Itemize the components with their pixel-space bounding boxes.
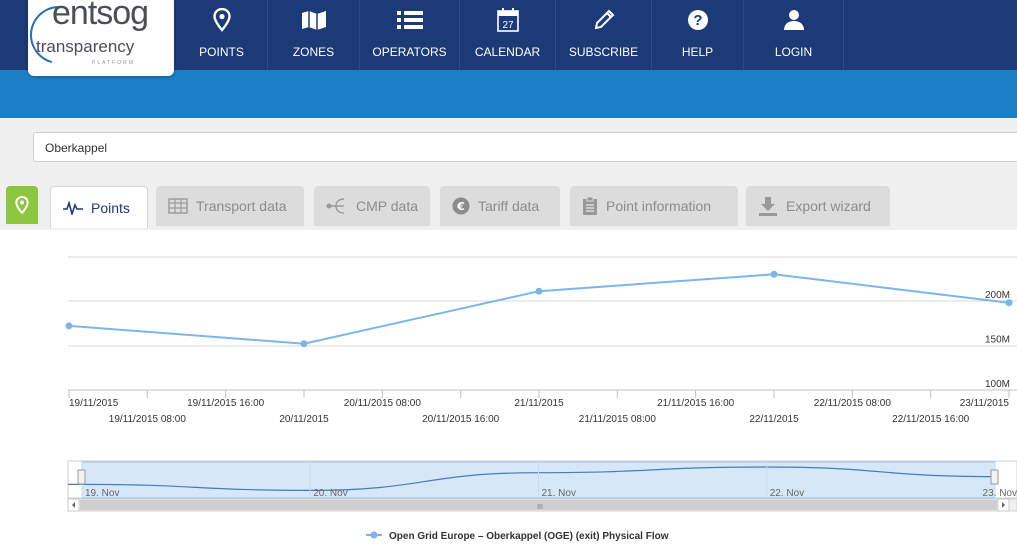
navigator-date-label: 22. Nov (770, 488, 804, 499)
svg-text:?: ? (693, 12, 702, 29)
y-axis-labels: 100M150M200M (985, 290, 1010, 390)
tab-point-information-label: Point information (606, 198, 712, 214)
table-icon (168, 198, 188, 214)
navigator-scrollbar-grip: III (537, 504, 543, 511)
nav-points-label: POINTS (199, 45, 244, 59)
legend-marker-icon (370, 531, 378, 539)
data-point[interactable] (300, 340, 308, 348)
calendar-icon: 27 (496, 7, 519, 33)
chart-legend[interactable]: Open Grid Europe – Oberkappel (OGE) (exi… (366, 531, 669, 542)
nav-operators[interactable]: OPERATORS (360, 0, 460, 70)
banner-bar (0, 70, 1017, 118)
nav-zones-label: ZONES (292, 45, 335, 59)
x-tick-label: 21/11/2015 16:00 (657, 398, 735, 409)
data-point[interactable] (1005, 299, 1013, 307)
tab-export-wizard-label: Export wizard (786, 198, 871, 214)
logo-text-transparency: transparency (36, 37, 135, 56)
data-point[interactable] (65, 322, 73, 330)
nav-help-label: HELP (681, 45, 714, 59)
x-tick-label: 21/11/2015 08:00 (579, 414, 657, 425)
entsog-logo[interactable]: entsog transparency PLATFORM (19, 0, 174, 76)
nav-operators-label: OPERATORS (372, 45, 447, 59)
series-line (68, 273, 1010, 345)
map-pin-icon (15, 196, 29, 214)
list-icon (396, 7, 423, 33)
clipboard-icon (582, 196, 598, 216)
navigator-date-label: 20. Nov (313, 488, 347, 499)
point-search-input[interactable]: Oberkappel (33, 132, 1017, 162)
y-tick-label: 100M (985, 379, 1010, 390)
tab-tariff-data-label: Tariff data (478, 198, 540, 214)
navigator-left-handle[interactable] (77, 469, 86, 485)
x-tick-label: 20/11/2015 16:00 (422, 414, 500, 425)
x-tick-label: 21/11/2015 (514, 398, 564, 409)
x-tick-label: 22/11/2015 16:00 (892, 414, 970, 425)
x-tick-label: 22/11/2015 (749, 414, 799, 425)
x-tick-label: 19/11/2015 (69, 398, 119, 409)
tab-tariff-data[interactable]: € Tariff data (440, 186, 560, 226)
data-point[interactable] (770, 270, 778, 278)
nav-subscribe-label: SUBSCRIBE (568, 45, 639, 59)
pulse-icon (63, 200, 83, 215)
download-icon (758, 196, 778, 216)
legend-label: Open Grid Europe – Oberkappel (OGE) (exi… (389, 531, 669, 542)
range-navigator[interactable]: 19. Nov 20. Nov 21. Nov 22. Nov 23. Nov III (67, 460, 1017, 512)
share-icon (326, 197, 348, 215)
x-axis-labels: 19/11/2015 19/11/2015 16:00 20/11/2015 08:… (68, 390, 1010, 425)
navigator-date-label: 19. Nov (85, 488, 119, 499)
nav-login[interactable]: LOGIN (744, 0, 844, 70)
tab-points[interactable]: Points (50, 186, 148, 228)
nav-help[interactable]: ? HELP (652, 0, 744, 70)
nav-login-label: LOGIN (774, 45, 813, 59)
navigator-date-label: 21. Nov (542, 488, 576, 499)
chart-gridlines (68, 256, 1017, 391)
navigator-date-label: 23. Nov (983, 488, 1017, 499)
x-tick-label: 23/11/2015 (960, 398, 1010, 409)
tab-transport-data-label: Transport data (196, 198, 287, 214)
map-pin-tab[interactable] (6, 186, 38, 224)
navigator-right-handle[interactable] (990, 469, 999, 485)
nav-points[interactable]: POINTS (176, 0, 268, 70)
calendar-day: 27 (502, 20, 514, 31)
nav-calendar[interactable]: 27 CALENDAR (460, 0, 556, 70)
y-tick-label: 150M (985, 335, 1010, 346)
svg-text:€: € (456, 200, 465, 213)
nav-calendar-label: CALENDAR (474, 45, 541, 59)
tab-points-label: Points (91, 199, 130, 216)
x-tick-label: 22/11/2015 08:00 (814, 398, 892, 409)
pencil-icon (593, 7, 615, 33)
physical-flow-chart: 100M150M200M 19/11/2015 19/11/2015 16:00 2… (65, 256, 1017, 542)
logo-text-platform: PLATFORM (92, 60, 135, 66)
euro-icon: € (452, 197, 470, 215)
nav-subscribe[interactable]: SUBSCRIBE (556, 0, 652, 70)
map-icon (301, 7, 327, 33)
help-icon: ? (687, 7, 709, 33)
data-point[interactable] (535, 287, 543, 295)
tab-export-wizard[interactable]: Export wizard (746, 186, 890, 226)
tab-cmp-data[interactable]: CMP data (314, 186, 430, 226)
tab-cmp-data-label: CMP data (356, 198, 418, 214)
x-tick-label: 19/11/2015 16:00 (187, 398, 265, 409)
nav-zones[interactable]: ZONES (268, 0, 360, 70)
tab-transport-data[interactable]: Transport data (156, 186, 304, 226)
x-tick-label: 19/11/2015 08:00 (109, 414, 187, 425)
logo-text-entsog: entsog (52, 0, 149, 32)
main-nav: POINTS ZONES OPERATORS 27 CALENDAR SUBSC… (176, 0, 844, 70)
user-icon (783, 7, 805, 33)
tab-point-information[interactable]: Point information (570, 186, 738, 226)
x-tick-label: 20/11/2015 (279, 414, 329, 425)
x-tick-label: 20/11/2015 08:00 (344, 398, 422, 409)
map-pin-icon (212, 7, 231, 33)
